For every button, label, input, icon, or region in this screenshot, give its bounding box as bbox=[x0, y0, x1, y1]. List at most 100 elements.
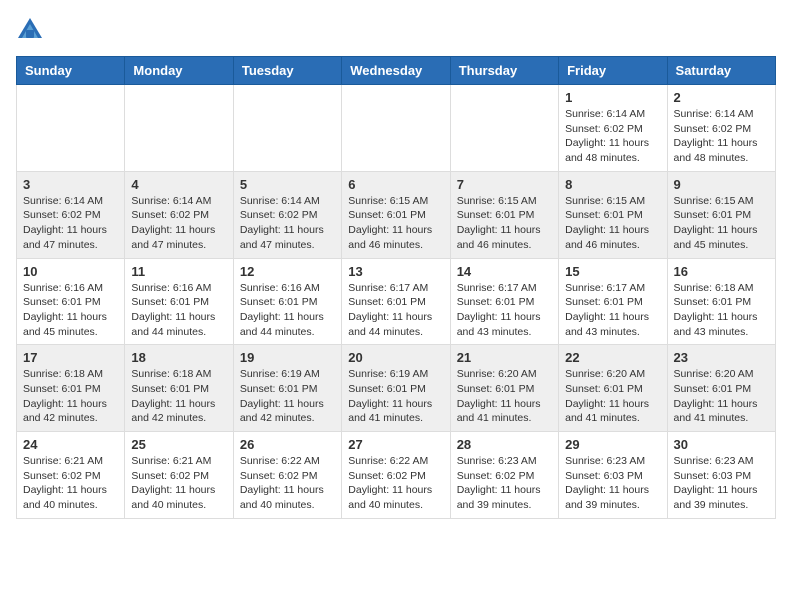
calendar-header: SundayMondayTuesdayWednesdayThursdayFrid… bbox=[17, 57, 776, 85]
calendar-cell: 1 Sunrise: 6:14 AM Sunset: 6:02 PM Daylig… bbox=[559, 85, 667, 172]
day-info: Sunrise: 6:16 AM Sunset: 6:01 PM Dayligh… bbox=[131, 281, 226, 340]
logo-icon bbox=[16, 16, 44, 44]
calendar-cell: 22 Sunrise: 6:20 AM Sunset: 6:01 PM Dayli… bbox=[559, 345, 667, 432]
day-number: 1 bbox=[565, 90, 660, 105]
day-info: Sunrise: 6:20 AM Sunset: 6:01 PM Dayligh… bbox=[565, 367, 660, 426]
day-info: Sunrise: 6:17 AM Sunset: 6:01 PM Dayligh… bbox=[565, 281, 660, 340]
weekday-header: Friday bbox=[559, 57, 667, 85]
day-number: 18 bbox=[131, 350, 226, 365]
calendar-cell: 25Sunrise: 6:21 AM Sunset: 6:02 PM Dayli… bbox=[125, 432, 233, 519]
calendar-cell: 16Sunrise: 6:18 AM Sunset: 6:01 PM Dayli… bbox=[667, 258, 775, 345]
calendar-cell: 9Sunrise: 6:15 AM Sunset: 6:01 PM Daylig… bbox=[667, 171, 775, 258]
day-number: 2 bbox=[674, 90, 769, 105]
calendar-cell: 18Sunrise: 6:18 AM Sunset: 6:01 PM Dayli… bbox=[125, 345, 233, 432]
weekday-header: Wednesday bbox=[342, 57, 450, 85]
day-number: 16 bbox=[674, 264, 769, 279]
day-number: 27 bbox=[348, 437, 443, 452]
day-number: 21 bbox=[457, 350, 552, 365]
day-number: 12 bbox=[240, 264, 335, 279]
day-number: 20 bbox=[348, 350, 443, 365]
day-info: Sunrise: 6:19 AM Sunset: 6:01 PM Dayligh… bbox=[240, 367, 335, 426]
day-number: 8 bbox=[565, 177, 660, 192]
day-info: Sunrise: 6:17 AM Sunset: 6:01 PM Dayligh… bbox=[457, 281, 552, 340]
day-info: Sunrise: 6:15 AM Sunset: 6:01 PM Dayligh… bbox=[457, 194, 552, 253]
calendar-cell: 3 Sunrise: 6:14 AM Sunset: 6:02 PM Daylig… bbox=[17, 171, 125, 258]
day-number: 23 bbox=[674, 350, 769, 365]
calendar-cell: 30 Sunrise: 6:23 AM Sunset: 6:03 PM Dayli… bbox=[667, 432, 775, 519]
day-number: 13 bbox=[348, 264, 443, 279]
calendar-cell: 10Sunrise: 6:16 AM Sunset: 6:01 PM Dayli… bbox=[17, 258, 125, 345]
calendar-body: 1 Sunrise: 6:14 AM Sunset: 6:02 PM Daylig… bbox=[17, 85, 776, 519]
calendar-cell bbox=[233, 85, 341, 172]
calendar-cell bbox=[125, 85, 233, 172]
day-info: Sunrise: 6:19 AM Sunset: 6:01 PM Dayligh… bbox=[348, 367, 443, 426]
calendar-cell: 2 Sunrise: 6:14 AM Sunset: 6:02 PM Daylig… bbox=[667, 85, 775, 172]
logo bbox=[16, 16, 48, 44]
weekday-row: SundayMondayTuesdayWednesdayThursdayFrid… bbox=[17, 57, 776, 85]
weekday-header: Saturday bbox=[667, 57, 775, 85]
day-info: Sunrise: 6:15 AM Sunset: 6:01 PM Dayligh… bbox=[565, 194, 660, 253]
calendar-cell bbox=[17, 85, 125, 172]
header bbox=[16, 16, 776, 44]
day-info: Sunrise: 6:23 AM Sunset: 6:02 PM Dayligh… bbox=[457, 454, 552, 513]
day-info: Sunrise: 6:21 AM Sunset: 6:02 PM Dayligh… bbox=[23, 454, 118, 513]
calendar-cell: 19 Sunrise: 6:19 AM Sunset: 6:01 PM Dayli… bbox=[233, 345, 341, 432]
day-number: 3 bbox=[23, 177, 118, 192]
day-info: Sunrise: 6:20 AM Sunset: 6:01 PM Dayligh… bbox=[457, 367, 552, 426]
day-number: 19 bbox=[240, 350, 335, 365]
calendar-cell: 26 Sunrise: 6:22 AM Sunset: 6:02 PM Dayli… bbox=[233, 432, 341, 519]
calendar-cell: 20 Sunrise: 6:19 AM Sunset: 6:01 PM Dayli… bbox=[342, 345, 450, 432]
calendar-cell: 27 Sunrise: 6:22 AM Sunset: 6:02 PM Dayli… bbox=[342, 432, 450, 519]
day-number: 5 bbox=[240, 177, 335, 192]
day-number: 15 bbox=[565, 264, 660, 279]
calendar-cell: 24 Sunrise: 6:21 AM Sunset: 6:02 PM Dayli… bbox=[17, 432, 125, 519]
calendar-week: 1 Sunrise: 6:14 AM Sunset: 6:02 PM Daylig… bbox=[17, 85, 776, 172]
day-number: 6 bbox=[348, 177, 443, 192]
day-info: Sunrise: 6:18 AM Sunset: 6:01 PM Dayligh… bbox=[23, 367, 118, 426]
calendar-cell: 12Sunrise: 6:16 AM Sunset: 6:01 PM Dayli… bbox=[233, 258, 341, 345]
day-info: Sunrise: 6:15 AM Sunset: 6:01 PM Dayligh… bbox=[348, 194, 443, 253]
calendar-cell: 17 Sunrise: 6:18 AM Sunset: 6:01 PM Dayli… bbox=[17, 345, 125, 432]
day-info: Sunrise: 6:22 AM Sunset: 6:02 PM Dayligh… bbox=[240, 454, 335, 513]
day-number: 22 bbox=[565, 350, 660, 365]
calendar-cell: 4 Sunrise: 6:14 AM Sunset: 6:02 PM Daylig… bbox=[125, 171, 233, 258]
day-info: Sunrise: 6:23 AM Sunset: 6:03 PM Dayligh… bbox=[674, 454, 769, 513]
weekday-header: Monday bbox=[125, 57, 233, 85]
page: SundayMondayTuesdayWednesdayThursdayFrid… bbox=[0, 0, 792, 535]
day-info: Sunrise: 6:14 AM Sunset: 6:02 PM Dayligh… bbox=[565, 107, 660, 166]
calendar-cell: 8 Sunrise: 6:15 AM Sunset: 6:01 PM Daylig… bbox=[559, 171, 667, 258]
calendar-cell: 6 Sunrise: 6:15 AM Sunset: 6:01 PM Daylig… bbox=[342, 171, 450, 258]
calendar-cell bbox=[342, 85, 450, 172]
calendar-cell: 28 Sunrise: 6:23 AM Sunset: 6:02 PM Dayli… bbox=[450, 432, 558, 519]
calendar-week: 3 Sunrise: 6:14 AM Sunset: 6:02 PM Daylig… bbox=[17, 171, 776, 258]
day-info: Sunrise: 6:22 AM Sunset: 6:02 PM Dayligh… bbox=[348, 454, 443, 513]
calendar-week: 24 Sunrise: 6:21 AM Sunset: 6:02 PM Dayli… bbox=[17, 432, 776, 519]
day-number: 11 bbox=[131, 264, 226, 279]
day-number: 4 bbox=[131, 177, 226, 192]
calendar-cell: 14Sunrise: 6:17 AM Sunset: 6:01 PM Dayli… bbox=[450, 258, 558, 345]
day-number: 9 bbox=[674, 177, 769, 192]
day-number: 17 bbox=[23, 350, 118, 365]
calendar-week: 10Sunrise: 6:16 AM Sunset: 6:01 PM Dayli… bbox=[17, 258, 776, 345]
day-info: Sunrise: 6:14 AM Sunset: 6:02 PM Dayligh… bbox=[240, 194, 335, 253]
day-number: 28 bbox=[457, 437, 552, 452]
day-number: 26 bbox=[240, 437, 335, 452]
day-info: Sunrise: 6:20 AM Sunset: 6:01 PM Dayligh… bbox=[674, 367, 769, 426]
calendar-cell: 21 Sunrise: 6:20 AM Sunset: 6:01 PM Dayli… bbox=[450, 345, 558, 432]
calendar-cell: 13Sunrise: 6:17 AM Sunset: 6:01 PM Dayli… bbox=[342, 258, 450, 345]
day-info: Sunrise: 6:16 AM Sunset: 6:01 PM Dayligh… bbox=[23, 281, 118, 340]
calendar-cell: 29Sunrise: 6:23 AM Sunset: 6:03 PM Dayli… bbox=[559, 432, 667, 519]
weekday-header: Thursday bbox=[450, 57, 558, 85]
weekday-header: Tuesday bbox=[233, 57, 341, 85]
day-info: Sunrise: 6:14 AM Sunset: 6:02 PM Dayligh… bbox=[23, 194, 118, 253]
day-info: Sunrise: 6:14 AM Sunset: 6:02 PM Dayligh… bbox=[674, 107, 769, 166]
calendar-cell: 5 Sunrise: 6:14 AM Sunset: 6:02 PM Daylig… bbox=[233, 171, 341, 258]
day-number: 7 bbox=[457, 177, 552, 192]
calendar-cell: 23 Sunrise: 6:20 AM Sunset: 6:01 PM Dayli… bbox=[667, 345, 775, 432]
calendar: SundayMondayTuesdayWednesdayThursdayFrid… bbox=[16, 56, 776, 519]
day-info: Sunrise: 6:14 AM Sunset: 6:02 PM Dayligh… bbox=[131, 194, 226, 253]
day-number: 25 bbox=[131, 437, 226, 452]
day-number: 29 bbox=[565, 437, 660, 452]
day-number: 30 bbox=[674, 437, 769, 452]
day-number: 24 bbox=[23, 437, 118, 452]
